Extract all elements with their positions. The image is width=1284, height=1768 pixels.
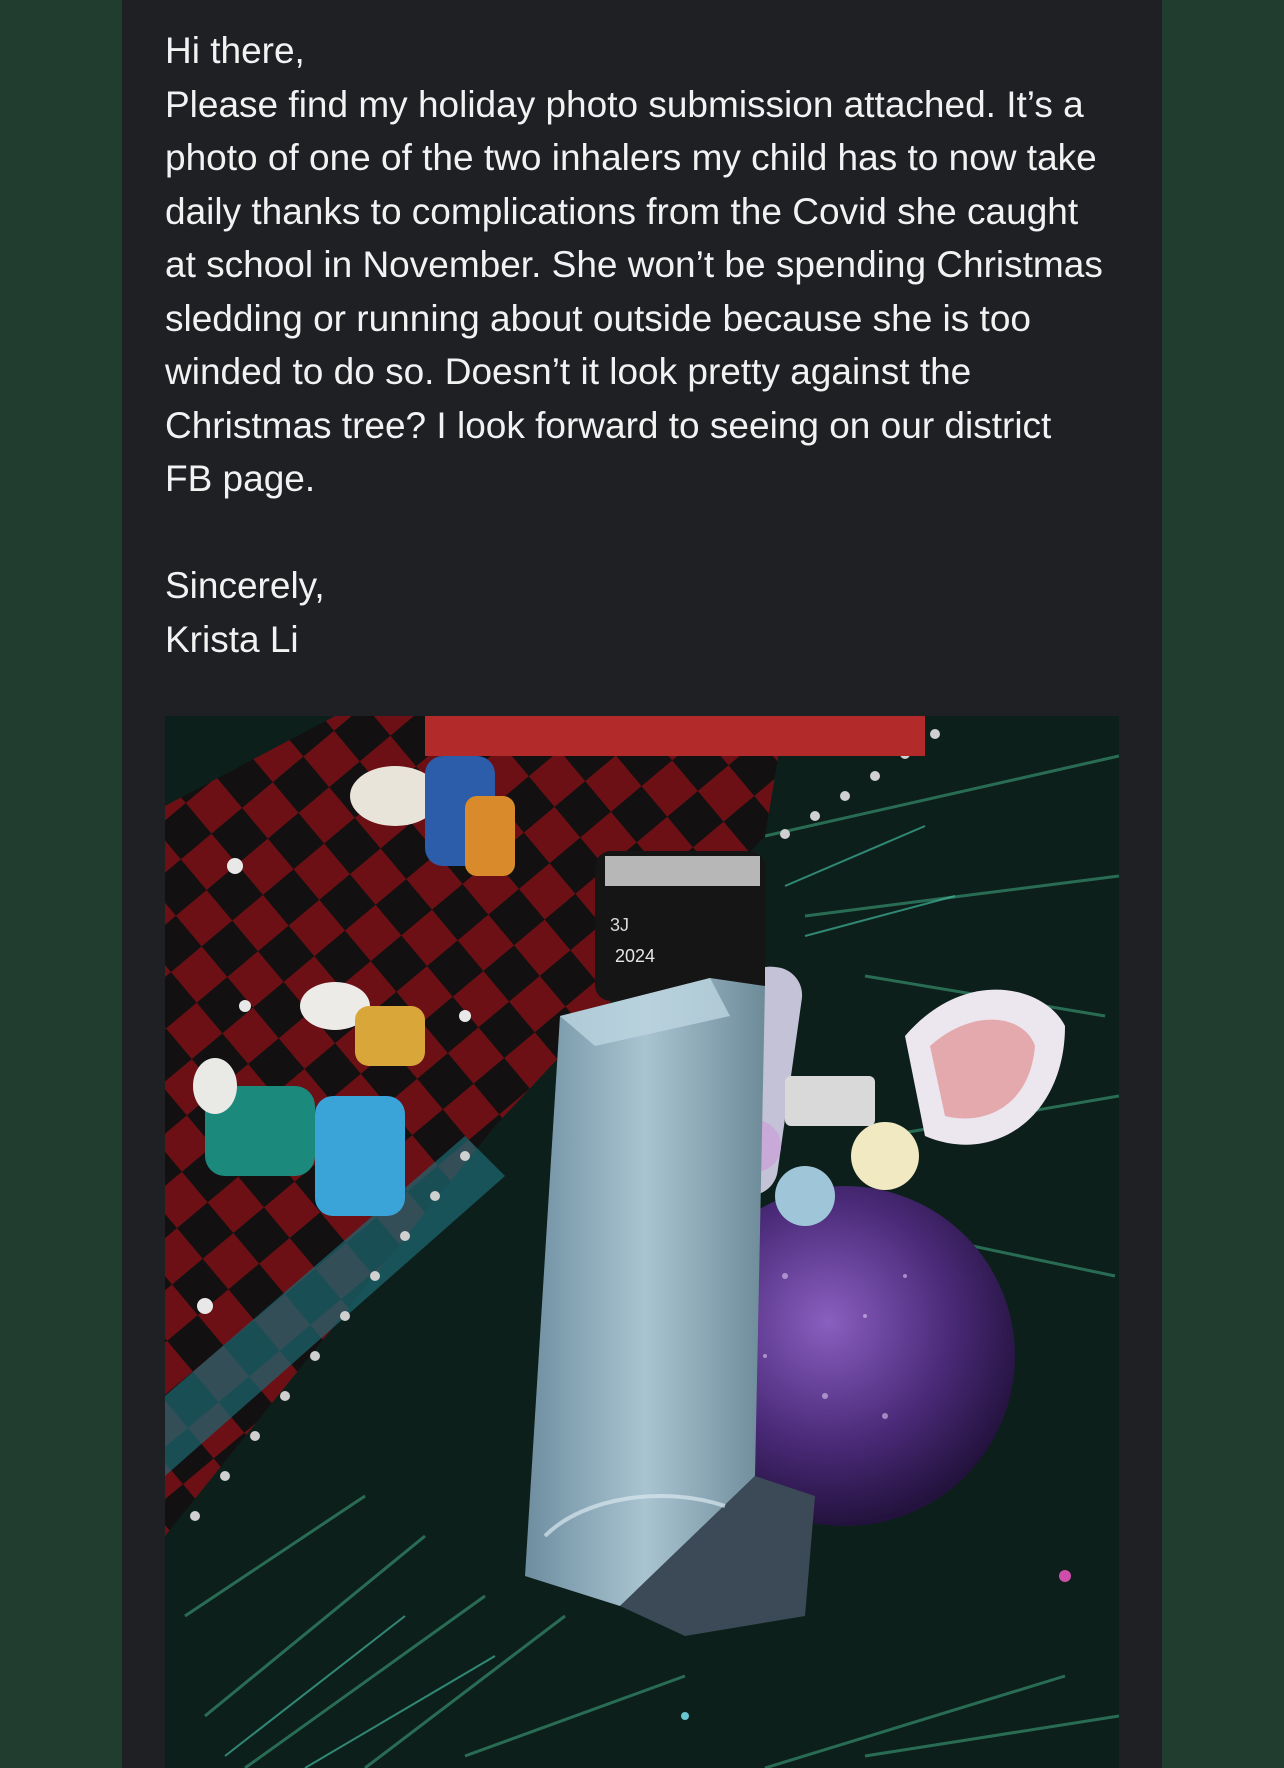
red-ornament-edge [425, 716, 925, 756]
message-body: Please find my holiday photo submission … [165, 83, 1103, 500]
canister-label-2: 2024 [615, 946, 655, 966]
signature-line: Krista Li [165, 618, 299, 660]
canister-label-1: 3J [610, 915, 629, 935]
greeting-line: Hi there, [165, 30, 305, 71]
light-glint [1059, 1570, 1071, 1582]
light-glint [681, 1712, 689, 1720]
message-text: Hi there, Please find my holiday photo s… [165, 24, 1105, 666]
attached-photo[interactable]: 3J 2024 [165, 716, 1119, 1768]
signoff-line: Sincerely, [165, 565, 325, 606]
inhaler-photo-illustration: 3J 2024 [165, 716, 1119, 1768]
